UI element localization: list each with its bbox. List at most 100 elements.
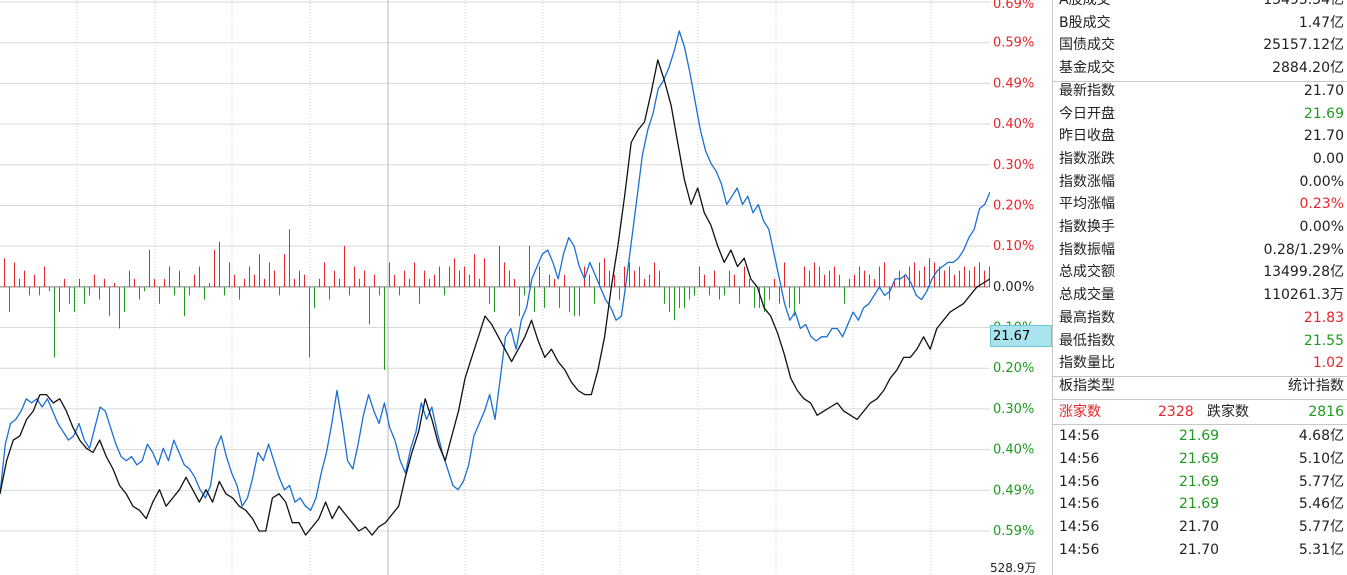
stat-label: 最低指数 (1059, 332, 1115, 349)
decliners-label: 跌家数 (1207, 403, 1249, 420)
stat-row: 今日开盘 21.69 (1059, 103, 1344, 125)
axis-tick-label: 0.20% (993, 361, 1034, 376)
stat-row: 指数涨幅 0.00% (1059, 171, 1344, 193)
stat-label: 昨日收盘 (1059, 128, 1115, 145)
stat-value: 21.83 (1303, 309, 1344, 326)
stat-label: 今日开盘 (1059, 105, 1115, 122)
stat-label: 指数振幅 (1059, 241, 1115, 258)
tick-row: 14:56 21.70 5.77亿 (1059, 516, 1344, 538)
axis-tick-label: 0.30% (993, 402, 1034, 417)
tick-row: 14:56 21.70 5.31亿 (1059, 539, 1344, 561)
stat-value: 25157.12亿 (1263, 37, 1344, 54)
stat-row: 板指类型 统计指数 (1059, 375, 1344, 397)
stat-value: 21.55 (1303, 332, 1344, 349)
tick-time: 14:56 (1059, 541, 1100, 558)
tick-amount: 5.31亿 (1298, 541, 1344, 558)
tick-time: 14:56 (1059, 428, 1100, 445)
stat-row: 指数换手 0.00% (1059, 216, 1344, 238)
stat-value: 21.70 (1303, 82, 1344, 99)
stat-value: 0.28/1.29% (1263, 241, 1344, 258)
tick-amount: 5.46亿 (1298, 496, 1344, 513)
stat-row: 昨日收盘 21.70 (1059, 125, 1344, 147)
tick-price: 21.70 (1179, 519, 1220, 536)
stat-value: 0.00% (1299, 173, 1344, 190)
decliners-count: 2816 (1308, 403, 1344, 420)
axis-tick-label: 0.20% (993, 198, 1034, 213)
advance-decline-row: 涨家数 2328 跌家数 2816 (1059, 401, 1344, 423)
tick-row: 14:56 21.69 5.46亿 (1059, 493, 1344, 515)
stat-label: 最高指数 (1059, 309, 1115, 326)
advancers-label: 涨家数 (1059, 403, 1101, 420)
tick-time: 14:56 (1059, 473, 1100, 490)
stat-row: A股成交 13495.34亿 (1059, 0, 1344, 11)
average-line (0, 30, 990, 511)
stat-row: 基金成交 2884.20亿 (1059, 57, 1344, 79)
stat-label: 总成交量 (1059, 287, 1115, 304)
stat-label: 指数量比 (1059, 355, 1115, 372)
axis-tick-label: 0.10% (993, 239, 1034, 254)
stat-row: 最低指数 21.55 (1059, 330, 1344, 352)
tick-amount: 5.77亿 (1298, 519, 1344, 536)
stat-label: 平均涨幅 (1059, 196, 1115, 213)
stat-value: 13495.34亿 (1263, 0, 1344, 8)
stat-label: 基金成交 (1059, 60, 1115, 77)
tick-row: 14:56 21.69 5.10亿 (1059, 448, 1344, 470)
intraday-chart[interactable] (0, 0, 990, 575)
stat-value: 13499.28亿 (1263, 264, 1344, 281)
stat-label: 指数涨幅 (1059, 173, 1115, 190)
stat-label: A股成交 (1059, 0, 1111, 8)
panel-divider (1053, 398, 1347, 400)
stat-value: 2884.20亿 (1272, 60, 1344, 77)
stat-value: 0.23% (1299, 196, 1344, 213)
axis-tick-label: 0.40% (993, 117, 1034, 132)
stat-value: 110261.3万 (1263, 287, 1344, 304)
stat-row: B股成交 1.47亿 (1059, 12, 1344, 34)
tick-time: 14:56 (1059, 519, 1100, 536)
stat-value: 0.00% (1299, 219, 1344, 235)
volume-scale-label: 528.9万 (990, 561, 1036, 575)
tick-price: 21.69 (1179, 473, 1220, 490)
current-price-badge: 21.67 (990, 325, 1052, 347)
stat-row: 指数量比 1.02 (1059, 352, 1344, 374)
axis-tick-label: 0.00% (993, 280, 1034, 295)
axis-tick-label: 0.59% (993, 36, 1034, 51)
axis-tick-label: 0.30% (993, 158, 1034, 173)
axis-tick-label: 0.49% (993, 76, 1034, 91)
axis-tick-label: 0.69% (993, 0, 1034, 12)
stat-label: 指数换手 (1059, 219, 1115, 235)
stat-label: 国债成交 (1059, 37, 1115, 54)
tick-amount: 4.68亿 (1298, 428, 1344, 445)
stat-row: 总成交量 110261.3万 (1059, 284, 1344, 306)
stat-label: 板指类型 (1059, 377, 1115, 394)
tick-price: 21.69 (1179, 451, 1220, 467)
stat-row: 国债成交 25157.12亿 (1059, 34, 1344, 56)
percent-axis: 0.69% 0.59% 0.49% 0.40% 0.30% 0.20% 0.10% 0.00%… (990, 0, 1036, 575)
stat-label: 总成交额 (1059, 264, 1115, 281)
tick-price: 21.69 (1179, 428, 1220, 445)
stat-label: B股成交 (1059, 14, 1111, 31)
tick-amount: 5.77亿 (1298, 473, 1344, 490)
stat-row: 最高指数 21.83 (1059, 307, 1344, 329)
stat-value: 0.00 (1312, 150, 1344, 167)
tick-row: 14:56 21.69 5.77亿 (1059, 471, 1344, 493)
stat-row: 总成交额 13499.28亿 (1059, 261, 1344, 283)
index-info-panel: A股成交 13495.34亿 B股成交 1.47亿国债成交 25157.12亿基金成交 2… (1052, 0, 1347, 575)
stat-value: 1.02 (1312, 355, 1344, 372)
stat-value: 统计指数 (1288, 377, 1344, 394)
tick-row: 14:56 21.69 4.68亿 (1059, 425, 1344, 447)
stat-row: 指数涨跌 0.00 (1059, 148, 1344, 170)
tick-time: 14:56 (1059, 451, 1100, 467)
stat-label: 指数涨跌 (1059, 150, 1115, 167)
stat-row: 指数振幅 0.28/1.29% (1059, 239, 1344, 261)
tick-amount: 5.10亿 (1298, 451, 1344, 467)
tick-time: 14:56 (1059, 496, 1100, 513)
stat-value: 21.69 (1303, 105, 1344, 122)
axis-tick-label: 0.49% (993, 483, 1034, 498)
stat-label: 最新指数 (1059, 82, 1115, 99)
axis-tick-label: 0.40% (993, 443, 1034, 458)
tick-price: 21.70 (1179, 541, 1220, 558)
stat-row: 最新指数 21.70 (1059, 80, 1344, 102)
tick-price: 21.69 (1179, 496, 1220, 513)
stat-row: 平均涨幅 0.23% (1059, 193, 1344, 215)
advancers-count: 2328 (1158, 403, 1194, 420)
